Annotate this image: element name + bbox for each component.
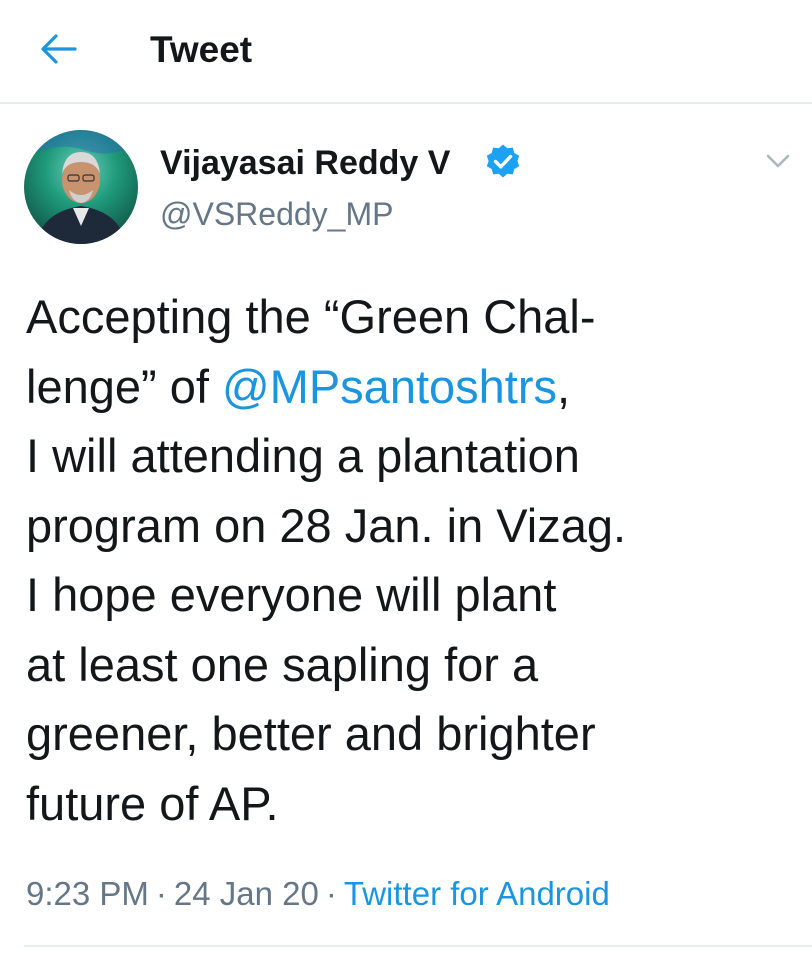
tweet-line: Accepting the “Green Chal- (26, 290, 596, 343)
separator-dot: · (155, 875, 167, 912)
tweet-time: 9:23 PM (26, 875, 149, 912)
page-title: Tweet (150, 29, 253, 70)
author-display-name[interactable]: Vijayasai Reddy V (160, 143, 450, 183)
tweet-line: future of AP. (26, 776, 279, 830)
chevron-down-icon[interactable] (764, 150, 792, 172)
tweet-line: I will attending a plantation (26, 429, 580, 482)
tweet-line: at least one sapling for a (26, 637, 539, 691)
tweet-text: Accepting the “Green Chal- lenge” of @MP… (26, 282, 796, 838)
tweet-source-link[interactable]: Twitter for Android (344, 875, 610, 912)
tweet-line: lenge” of @MPsantoshtrs, (26, 359, 571, 413)
avatar[interactable] (24, 130, 138, 244)
tweet-line: program on 28 Jan. in Vizag. (26, 498, 627, 552)
author-handle[interactable]: @VSReddy_MP (160, 195, 393, 233)
separator-dot: · (325, 875, 337, 912)
tweet-date: 24 Jan 20 (173, 875, 319, 912)
tweet-line: greener, better and brighter (26, 707, 596, 760)
arrow-left-icon[interactable] (36, 31, 80, 67)
divider (24, 945, 812, 947)
top-bar: Tweet (0, 0, 812, 104)
tweet-line: I hope everyone will plant (26, 568, 557, 621)
tweet-metadata: 9:23 PM · 24 Jan 20 · Twitter for Android (26, 872, 610, 916)
mention-link[interactable]: @MPsantoshtrs (222, 360, 557, 413)
verified-badge-icon (486, 144, 520, 178)
